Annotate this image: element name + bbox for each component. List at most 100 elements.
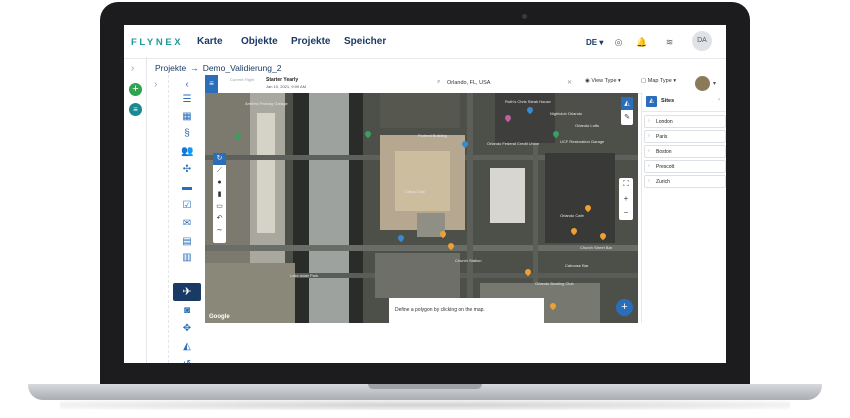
rectangle-icon[interactable]: ▭ xyxy=(213,201,226,213)
search-icon: ⌕ xyxy=(437,79,441,85)
map-building xyxy=(490,168,525,223)
map-road xyxy=(293,93,309,323)
flynex-logo[interactable]: FLYNEX xyxy=(131,37,183,48)
chevron-right-icon: › xyxy=(648,148,650,154)
site-item-london[interactable]: › London xyxy=(644,115,726,128)
sites-title: Sites xyxy=(661,98,675,104)
search-input[interactable]: Orlando, FL, USA xyxy=(447,80,490,86)
wifi-icon[interactable]: ≋ xyxy=(664,37,675,48)
nav-projekte[interactable]: Projekte xyxy=(291,36,330,47)
chart-icon[interactable]: ▥ xyxy=(181,252,193,264)
map-label: Orlando Lofts xyxy=(575,123,600,128)
map-label: Citrus Club xyxy=(405,189,425,194)
map-toolbar: ≡ Current Flight Starter Yearly Jan 10, … xyxy=(205,75,726,94)
users-icon[interactable]: 👥 xyxy=(181,146,193,158)
folder-icon[interactable]: ▬ xyxy=(181,182,193,194)
flight-name[interactable]: Starter Yearly xyxy=(266,77,298,83)
map-type-dropdown[interactable]: ▢ Map Type ▾ xyxy=(641,78,676,84)
layers-icon[interactable]: ▮ xyxy=(213,189,226,201)
chevron-right-icon[interactable]: › xyxy=(131,63,134,74)
chevron-right-icon[interactable]: › xyxy=(718,97,720,103)
location-search[interactable]: ⌕ Orlando, FL, USA ✕ xyxy=(437,78,577,90)
flight-icon[interactable]: ✈ xyxy=(173,283,201,301)
map-icon[interactable]: ▦ xyxy=(181,111,193,123)
polyline-icon[interactable]: ⟋ xyxy=(213,165,226,177)
menu-icon[interactable]: ≡ xyxy=(205,75,218,93)
map-building xyxy=(545,153,615,243)
view-type-dropdown[interactable]: ◉ View Type ▾ xyxy=(585,78,621,84)
map-building xyxy=(375,253,460,298)
zoom-out-button[interactable]: − xyxy=(619,207,633,219)
sites-mode-icon[interactable]: ◭ xyxy=(621,97,633,110)
map-building xyxy=(380,93,460,128)
nav-speicher[interactable]: Speicher xyxy=(344,36,386,47)
expand-chevron-icon[interactable]: › xyxy=(154,79,157,90)
breadcrumb-current[interactable]: Demo_Validierung_2 xyxy=(203,63,282,73)
list-icon[interactable]: ≡ xyxy=(129,103,142,116)
webcam xyxy=(522,14,527,19)
chevron-down-icon[interactable]: ▾ xyxy=(713,80,716,87)
add-icon[interactable]: + xyxy=(129,83,142,96)
google-attribution: Google xyxy=(209,314,230,320)
waypoint-icon[interactable]: ✥ xyxy=(181,323,193,335)
path-icon[interactable]: ∼ xyxy=(213,225,226,237)
zoom-controls: ⛶ + − xyxy=(619,178,633,220)
laptop-notch xyxy=(368,384,482,389)
add-button[interactable]: + xyxy=(616,299,633,316)
map-poi[interactable] xyxy=(396,233,406,243)
nav-objekte[interactable]: Objekte xyxy=(241,36,278,47)
map-poi[interactable] xyxy=(363,129,373,139)
dollar-icon[interactable]: § xyxy=(181,128,193,140)
app-screen: FLYNEX Karte Objekte Projekte Speicher D… xyxy=(124,25,726,363)
fullscreen-icon[interactable]: ⛶ xyxy=(619,178,633,190)
breadcrumb-projekte[interactable]: Projekte xyxy=(155,63,186,73)
map-area xyxy=(257,113,275,233)
bell-icon[interactable]: 🔔 xyxy=(636,37,647,48)
chevron-right-icon: › xyxy=(648,133,650,139)
chat-icon[interactable]: ✉ xyxy=(181,218,193,230)
map-building xyxy=(395,151,450,211)
collapse-icon[interactable]: ‹ xyxy=(181,79,193,91)
site-item-boston[interactable]: › Boston xyxy=(644,145,726,158)
site-item-prescott[interactable]: › Prescott xyxy=(644,160,726,173)
site-item-zurich[interactable]: › Zurich xyxy=(644,175,726,188)
map-road xyxy=(467,93,473,323)
list-view-icon[interactable]: ☰ xyxy=(181,94,193,106)
satellite-map[interactable]: Arnfield Parking Garage Federal Building… xyxy=(205,93,638,323)
clear-icon[interactable]: ✕ xyxy=(567,79,572,86)
refresh-icon[interactable]: ↻ xyxy=(213,153,226,165)
map-label: Lake Adair Park xyxy=(290,273,319,278)
tool-sidebar: ‹ ☰ ▦ § 👥 ✣ ▬ ☑ ✉ ▤ ▥ ✈ ◙ ✥ ◭ ↺ xyxy=(173,75,203,363)
chevron-right-icon: › xyxy=(648,163,650,169)
sites-header: ◭ Sites › xyxy=(642,93,726,112)
history-icon[interactable]: ↺ xyxy=(181,359,193,363)
measure-icon[interactable]: ◭ xyxy=(181,341,193,353)
flight-date: Jan 10, 2021, 9:09 AM xyxy=(266,84,307,89)
drone-icon[interactable]: ✣ xyxy=(181,164,193,176)
map-label: Orlando Cafe xyxy=(560,213,584,218)
map-label: Ruth's Chris Steak House xyxy=(505,99,551,104)
undo-icon[interactable]: ↶ xyxy=(213,213,226,225)
zoom-in-button[interactable]: + xyxy=(619,193,633,205)
checklist-icon[interactable]: ☑ xyxy=(181,200,193,212)
edit-icon[interactable]: ✎ xyxy=(621,111,633,124)
language-select[interactable]: DE ▾ xyxy=(586,38,603,47)
hint-text: Define a polygon by clicking on the map. xyxy=(395,307,485,313)
nav-karte[interactable]: Karte xyxy=(197,36,223,47)
marker-icon[interactable]: ● xyxy=(213,177,226,189)
user-avatar[interactable]: DA xyxy=(692,31,712,51)
map-thumbnail[interactable] xyxy=(695,76,710,91)
site-name: Prescott xyxy=(656,163,675,170)
site-item-paris[interactable]: › Paris xyxy=(644,130,726,143)
polygon-hint: Define a polygon by clicking on the map. xyxy=(389,298,544,323)
site-name: Zurich xyxy=(656,178,670,185)
chevron-right-icon: › xyxy=(648,118,650,124)
site-name: Boston xyxy=(656,148,672,155)
flight-label: Current Flight xyxy=(230,77,255,82)
help-icon[interactable]: ◎ xyxy=(613,37,624,48)
map-label: Orlando Federal Credit Union xyxy=(487,141,540,146)
main-sidebar: › + ≡ xyxy=(124,57,147,363)
camera-icon[interactable]: ◙ xyxy=(181,305,193,317)
document-icon[interactable]: ▤ xyxy=(181,236,193,248)
site-name: Paris xyxy=(656,133,668,140)
